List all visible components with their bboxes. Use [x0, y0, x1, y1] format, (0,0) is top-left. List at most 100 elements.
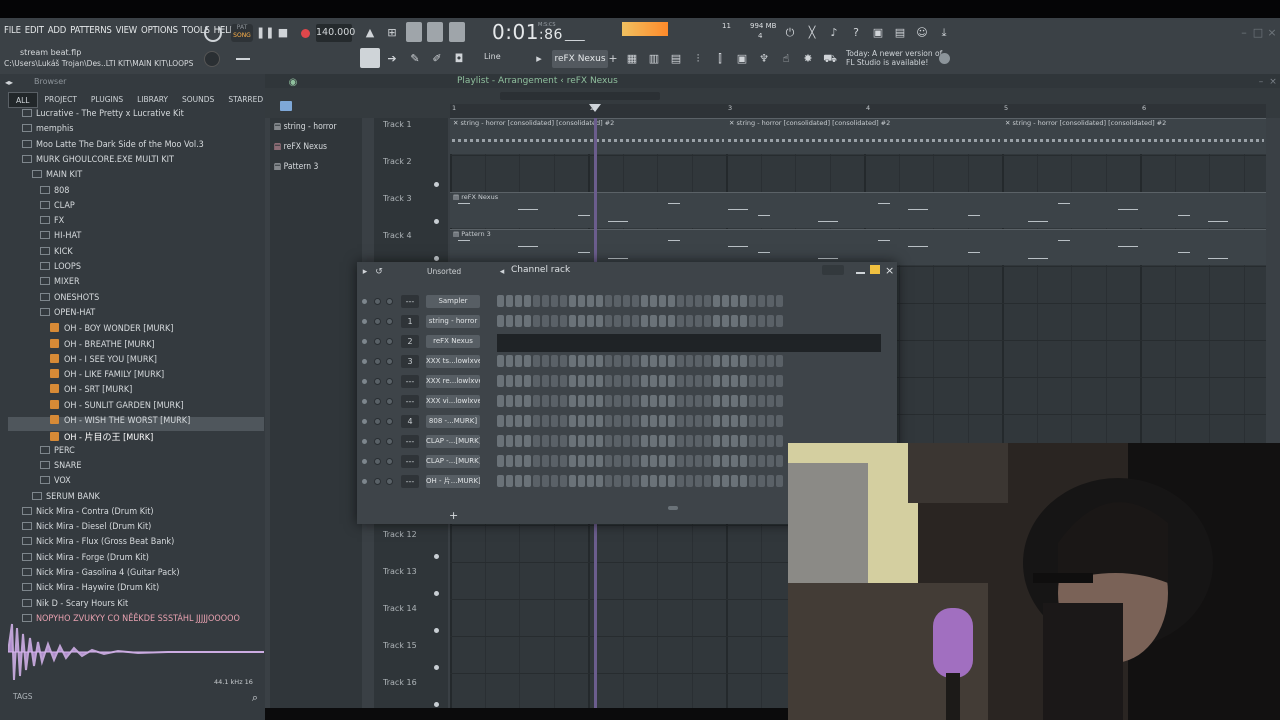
step-button[interactable]	[686, 395, 693, 407]
step-button[interactable]	[740, 455, 747, 467]
step-button[interactable]	[686, 435, 693, 447]
step-button[interactable]	[641, 355, 648, 367]
add-channel-button[interactable]: +	[449, 509, 458, 522]
step-button[interactable]	[776, 315, 783, 327]
channel-volume-knob[interactable]	[386, 478, 393, 485]
track-mute-led[interactable]	[434, 591, 439, 596]
wait-icon[interactable]: ⊞	[384, 24, 400, 41]
channel-volume-knob[interactable]	[386, 338, 393, 345]
rack-filter[interactable]: Unsorted	[427, 267, 461, 276]
step-button[interactable]	[578, 475, 585, 487]
step-button[interactable]	[587, 395, 594, 407]
step-button[interactable]	[677, 295, 684, 307]
browser-folder[interactable]: CLAP	[40, 200, 75, 216]
step-button[interactable]	[668, 315, 675, 327]
step-button[interactable]	[740, 375, 747, 387]
step-button[interactable]	[731, 295, 738, 307]
channel-mixer-track[interactable]: ---	[401, 435, 419, 448]
step-button[interactable]	[587, 415, 594, 427]
step-button[interactable]	[776, 295, 783, 307]
arrow-right-icon[interactable]: ➔	[385, 50, 399, 67]
step-button[interactable]	[740, 475, 747, 487]
step-button[interactable]	[605, 295, 612, 307]
step-button[interactable]	[776, 475, 783, 487]
browser-folder[interactable]: Nick Mira - Contra (Drum Kit)	[22, 506, 154, 522]
channel-led[interactable]	[362, 399, 367, 404]
step-button[interactable]	[632, 455, 639, 467]
menu-options[interactable]: OPTIONS	[141, 25, 178, 39]
step-button[interactable]	[695, 295, 702, 307]
step-button[interactable]	[596, 295, 603, 307]
playlist-clip[interactable]: ▤ Pattern 3	[450, 229, 1266, 265]
prev-pattern-icon[interactable]: ▸	[534, 50, 544, 67]
piano-icon[interactable]	[280, 101, 292, 111]
step-button[interactable]	[767, 455, 774, 467]
pat-song-toggle[interactable]: PAT SONG	[231, 24, 253, 42]
step-button[interactable]	[569, 315, 576, 327]
step-button[interactable]	[596, 355, 603, 367]
step-button[interactable]	[560, 375, 567, 387]
step-button[interactable]	[560, 315, 567, 327]
tags-label[interactable]: TAGS	[13, 692, 33, 701]
step-button[interactable]	[542, 395, 549, 407]
minimize-icon[interactable]: –	[1238, 24, 1250, 41]
browser-folder[interactable]: ONESHOTS	[40, 292, 99, 308]
piano-roll-icon[interactable]: ▤	[668, 50, 684, 67]
channel-name-button[interactable]: OH - 片...MURK]	[426, 475, 480, 488]
browser-folder[interactable]: Nick Mira - Diesel (Drum Kit)	[22, 522, 151, 537]
browser-folder[interactable]: HI-HAT	[40, 231, 81, 246]
step-button[interactable]	[731, 355, 738, 367]
browser-folder[interactable]: SNARE	[40, 460, 81, 476]
step-button[interactable]	[623, 415, 630, 427]
step-button[interactable]	[650, 375, 657, 387]
step-button[interactable]	[596, 415, 603, 427]
channel-mixer-track[interactable]: 2	[401, 335, 419, 348]
step-button[interactable]	[605, 375, 612, 387]
step-button[interactable]	[596, 475, 603, 487]
step-button[interactable]	[704, 375, 711, 387]
playlist-scrollbar[interactable]	[500, 92, 660, 100]
step-button[interactable]	[713, 315, 720, 327]
step-button[interactable]	[776, 415, 783, 427]
step-button[interactable]	[659, 435, 666, 447]
browser-folder[interactable]: Nick Mira - Haywire (Drum Kit)	[22, 583, 159, 598]
step-button[interactable]	[758, 475, 765, 487]
track-name[interactable]: Track 4	[383, 231, 412, 240]
step-button[interactable]	[668, 395, 675, 407]
step-button[interactable]	[686, 375, 693, 387]
channel-led[interactable]	[362, 439, 367, 444]
channel-name-button[interactable]: XXX re...lowlxve	[426, 375, 480, 388]
step-button[interactable]	[533, 355, 540, 367]
step-button[interactable]	[650, 455, 657, 467]
menu-edit[interactable]: EDIT	[25, 25, 44, 39]
step-button[interactable]	[641, 435, 648, 447]
step-button[interactable]	[560, 455, 567, 467]
step-button[interactable]	[578, 315, 585, 327]
step-button[interactable]	[605, 355, 612, 367]
step-button[interactable]	[623, 375, 630, 387]
step-button[interactable]	[767, 435, 774, 447]
step-button[interactable]	[623, 395, 630, 407]
step-button[interactable]	[776, 355, 783, 367]
cart-icon[interactable]: ⛟	[822, 50, 838, 67]
step-button[interactable]	[695, 395, 702, 407]
step-button[interactable]	[524, 455, 531, 467]
channel-pan-knob[interactable]	[374, 458, 381, 465]
track-mute-led[interactable]	[434, 554, 439, 559]
step-button[interactable]	[677, 395, 684, 407]
mixer-view-icon[interactable]: ▦	[624, 50, 640, 67]
step-button[interactable]	[659, 475, 666, 487]
step-button[interactable]	[677, 375, 684, 387]
track-name[interactable]: Track 3	[383, 194, 412, 203]
download-icon[interactable]: ⤓	[937, 24, 951, 41]
browser-folder[interactable]: Nick Mira - Gasolina 4 (Guitar Pack)	[22, 568, 180, 583]
step-button[interactable]	[722, 315, 729, 327]
step-button[interactable]	[569, 295, 576, 307]
step-button[interactable]	[587, 375, 594, 387]
channel-rack-icon[interactable]: ▥	[646, 50, 662, 67]
step-button[interactable]	[569, 435, 576, 447]
channel-mixer-track[interactable]: ---	[401, 395, 419, 408]
step-button[interactable]	[704, 475, 711, 487]
step-button[interactable]	[542, 355, 549, 367]
step-button[interactable]	[542, 315, 549, 327]
